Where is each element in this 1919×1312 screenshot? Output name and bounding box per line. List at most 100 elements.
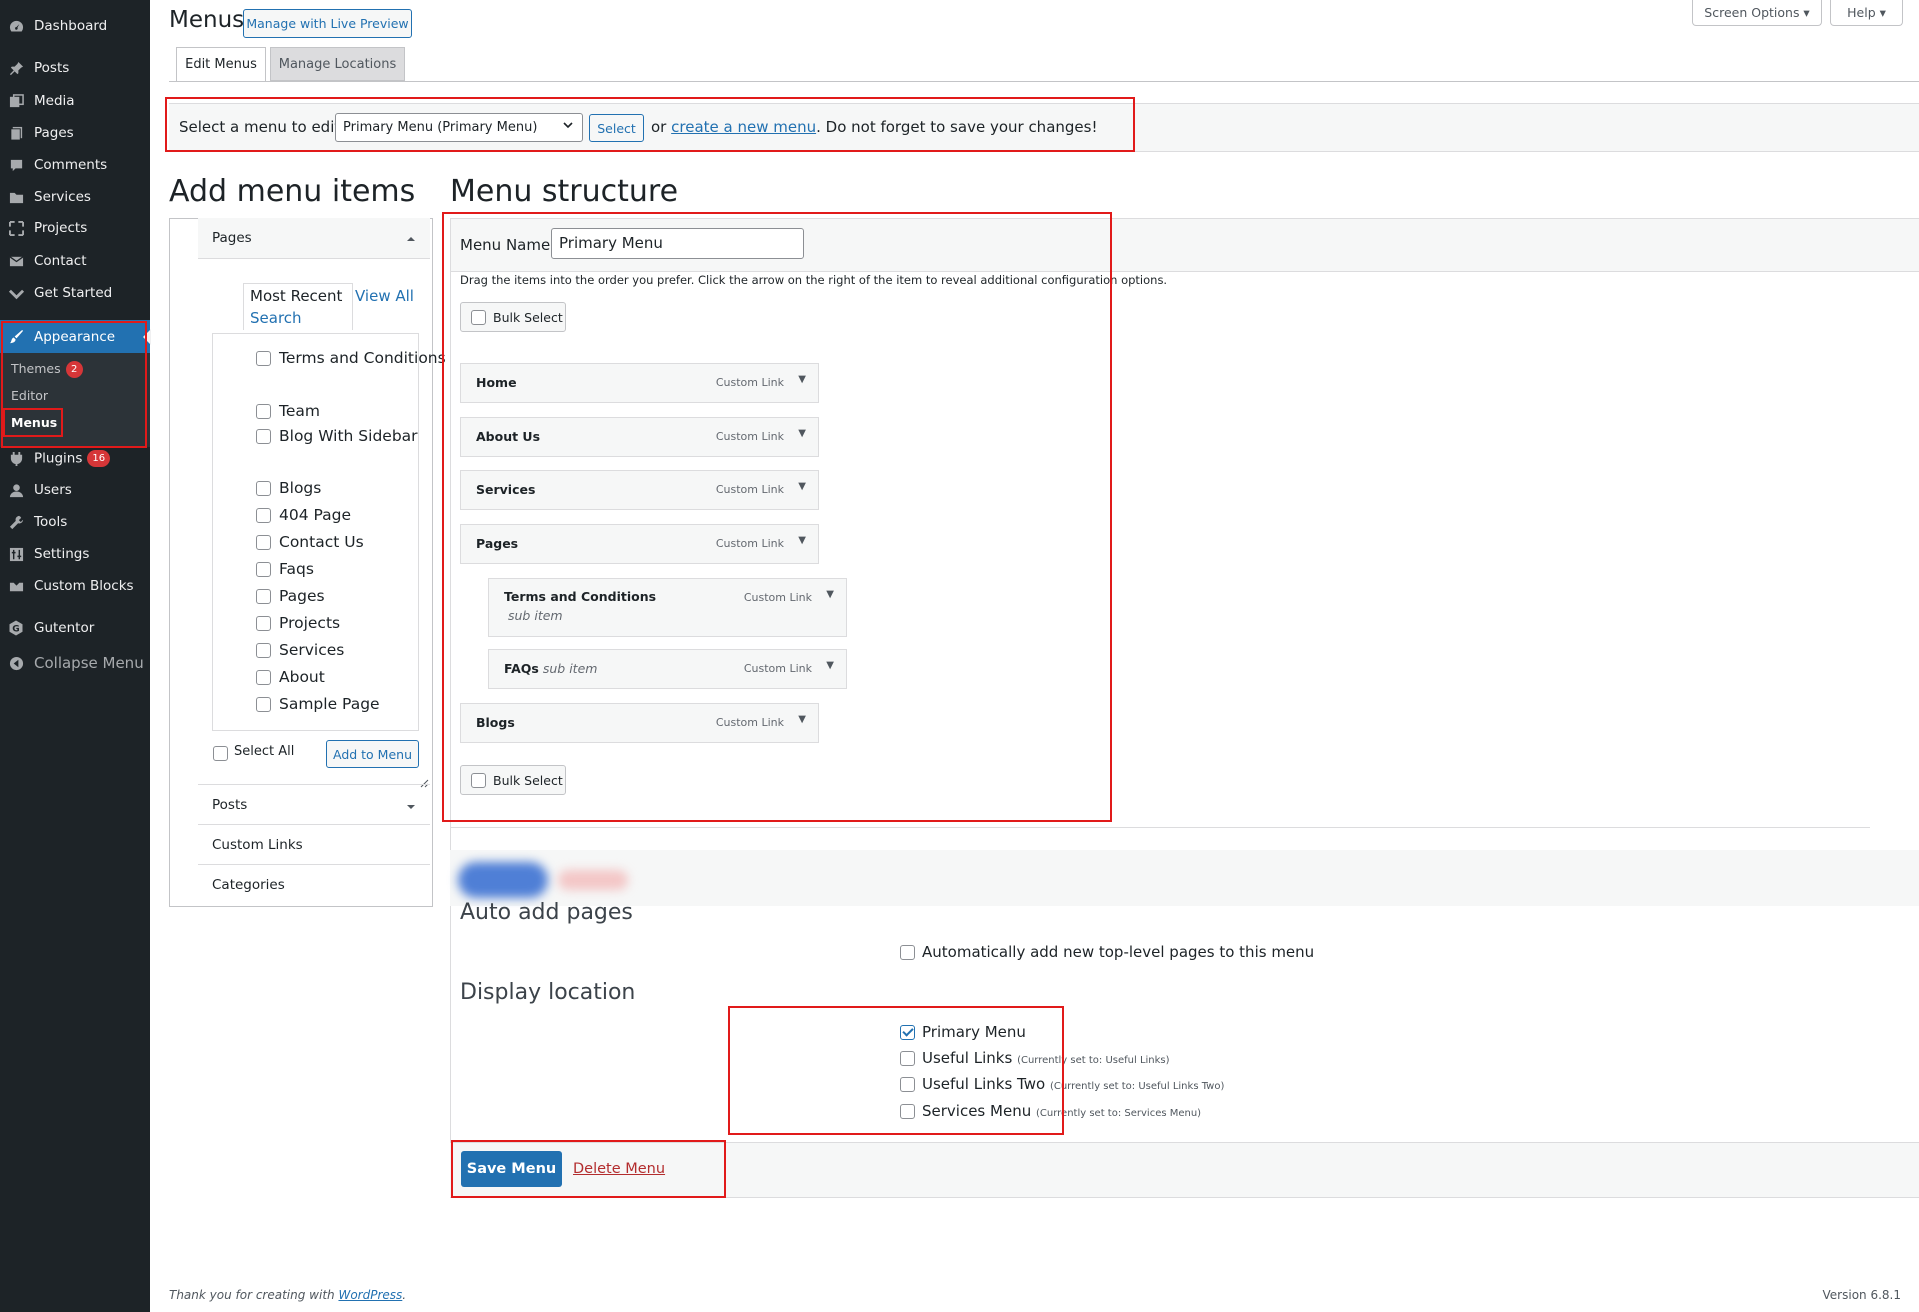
paintbrush-icon [8,329,24,345]
wordpress-link[interactable]: WordPress [338,1288,402,1302]
envelope-icon [8,253,24,269]
page-checkbox-terms[interactable] [256,351,271,366]
page-checkbox-projects[interactable] [256,616,271,631]
sidebar-item-plugins[interactable]: Plugins 16 [0,443,150,473]
tab-view-all[interactable]: View All [355,287,414,305]
accordion-custom-links[interactable]: Custom Links [198,825,430,865]
page-label-services: Services [279,641,345,659]
item-toggle-arrow-icon[interactable]: ▼ [826,660,834,671]
sidebar-item-comments[interactable]: Comments [0,150,150,180]
accordion-categories[interactable]: Categories [198,865,430,905]
tab-edit-menus[interactable]: Edit Menus [176,47,266,82]
page-checkbox-team[interactable] [256,404,271,419]
item-toggle-arrow-icon[interactable]: ▼ [798,714,806,725]
sidebar-item-posts[interactable]: Posts [0,53,150,83]
sidebar-item-services[interactable]: Services [0,182,150,212]
sidebar-item-dashboard[interactable]: Dashboard [0,11,150,41]
footer-thanks: Thank you for creating with WordPress. [169,1288,407,1302]
page-label-sample-page: Sample Page [279,695,380,713]
sidebar-item-gutentor[interactable]: G Gutentor [0,613,150,643]
menu-select-dropdown[interactable]: Primary Menu (Primary Menu) [335,113,583,142]
item-toggle-arrow-icon[interactable]: ▼ [826,589,834,600]
page-checkbox-contact-us[interactable] [256,535,271,550]
submenu-item-themes[interactable]: Themes 2 [11,361,83,378]
page-checkbox-sample-page[interactable] [256,697,271,712]
sidebar-item-pages[interactable]: Pages [0,118,150,148]
screen-options-button[interactable]: Screen Options ▾ [1692,0,1822,26]
sidebar-item-contact[interactable]: Contact [0,246,150,276]
location-checkbox-useful-links[interactable] [900,1051,915,1066]
menu-item-pages[interactable]: Pages Custom Link ▼ [460,524,819,564]
select-button[interactable]: Select [589,114,644,142]
sidebar-item-settings[interactable]: Settings [0,539,150,569]
menu-item-faqs[interactable]: FAQs sub item Custom Link ▼ [488,649,847,689]
sidebar-item-get-started[interactable]: Get Started [0,278,150,308]
page-label-terms: Terms and Conditions [279,349,446,367]
menu-item-services[interactable]: Services Custom Link ▼ [460,470,819,510]
sidebar-item-media[interactable]: Media [0,86,150,116]
accordion-posts[interactable]: Posts [198,785,430,825]
add-to-menu-button[interactable]: Add to Menu [326,740,419,768]
sidebar-item-custom-blocks[interactable]: Custom Blocks [0,571,150,601]
live-preview-button[interactable]: Manage with Live Preview [243,9,412,38]
add-menu-items-heading: Add menu items [169,174,416,209]
item-type: Custom Link [743,591,812,604]
help-button[interactable]: Help ▾ [1830,0,1903,26]
item-type: Custom Link [715,430,784,443]
item-toggle-arrow-icon[interactable]: ▼ [798,428,806,439]
page-checkbox-faqs[interactable] [256,562,271,577]
blurred-region [450,850,1919,906]
menu-item-about-us[interactable]: About Us Custom Link ▼ [460,417,819,457]
submenu-item-menus[interactable]: Menus [11,415,57,430]
location-checkbox-primary[interactable] [900,1025,915,1040]
page-label-blogs: Blogs [279,479,322,497]
menu-item-terms-conditions[interactable]: Terms and Conditions sub item Custom Link… [488,578,847,637]
user-icon [8,482,24,498]
select-all-label: Select All [234,744,295,759]
tab-manage-locations[interactable]: Manage Locations [270,47,405,81]
delete-menu-link[interactable]: Delete Menu [573,1161,665,1177]
item-type: Custom Link [715,376,784,389]
tab-search[interactable]: Search [250,309,302,327]
select-all-checkbox[interactable] [213,746,228,761]
save-menu-button[interactable]: Save Menu [461,1151,562,1187]
page-checkbox-about[interactable] [256,670,271,685]
bulk-select-checkbox-top[interactable] [471,310,486,325]
select-bar-text: or create a new menu. Do not forget to s… [651,118,1098,136]
sidebar-item-projects[interactable]: Projects [0,213,150,243]
menu-item-blogs[interactable]: Blogs Custom Link ▼ [460,703,819,743]
caret-down-icon [406,800,416,816]
page-checkbox-blog-sidebar[interactable] [256,429,271,444]
sidebar-item-tools[interactable]: Tools [0,507,150,537]
bulk-select-top[interactable]: Bulk Select [460,302,566,332]
page-checkbox-services[interactable] [256,643,271,658]
auto-add-checkbox[interactable] [900,945,915,960]
main-content: Menus Manage with Live Preview Screen Op… [150,0,1919,1312]
location-checkbox-useful-links-two[interactable] [900,1077,915,1092]
create-new-menu-link[interactable]: create a new menu [671,118,816,136]
page-checkbox-404[interactable] [256,508,271,523]
plug-icon [8,450,24,466]
location-checkbox-services-menu[interactable] [900,1104,915,1119]
item-type: Custom Link [715,483,784,496]
page-checkbox-blogs[interactable] [256,481,271,496]
sidebar-item-appearance[interactable]: Appearance [0,320,151,353]
bulk-select-bottom[interactable]: Bulk Select [460,765,566,795]
pushpin-icon [8,60,24,76]
menu-name-input[interactable]: Primary Menu [551,228,804,259]
menu-item-home[interactable]: Home Custom Link ▼ [460,363,819,403]
item-toggle-arrow-icon[interactable]: ▼ [798,535,806,546]
sidebar-item-users[interactable]: Users [0,475,150,505]
collapse-menu-button[interactable]: Collapse Menu [0,648,150,678]
settings-icon [8,546,24,562]
media-icon [8,93,24,109]
bulk-select-checkbox-bottom[interactable] [471,773,486,788]
tab-most-recent[interactable]: Most Recent [250,287,342,305]
submenu-item-editor[interactable]: Editor [11,388,48,403]
item-type: Custom Link [715,537,784,550]
accordion-pages[interactable]: Pages [198,218,430,259]
location-label-primary: Primary Menu [922,1023,1026,1041]
item-toggle-arrow-icon[interactable]: ▼ [798,374,806,385]
page-checkbox-pages[interactable] [256,589,271,604]
item-toggle-arrow-icon[interactable]: ▼ [798,481,806,492]
